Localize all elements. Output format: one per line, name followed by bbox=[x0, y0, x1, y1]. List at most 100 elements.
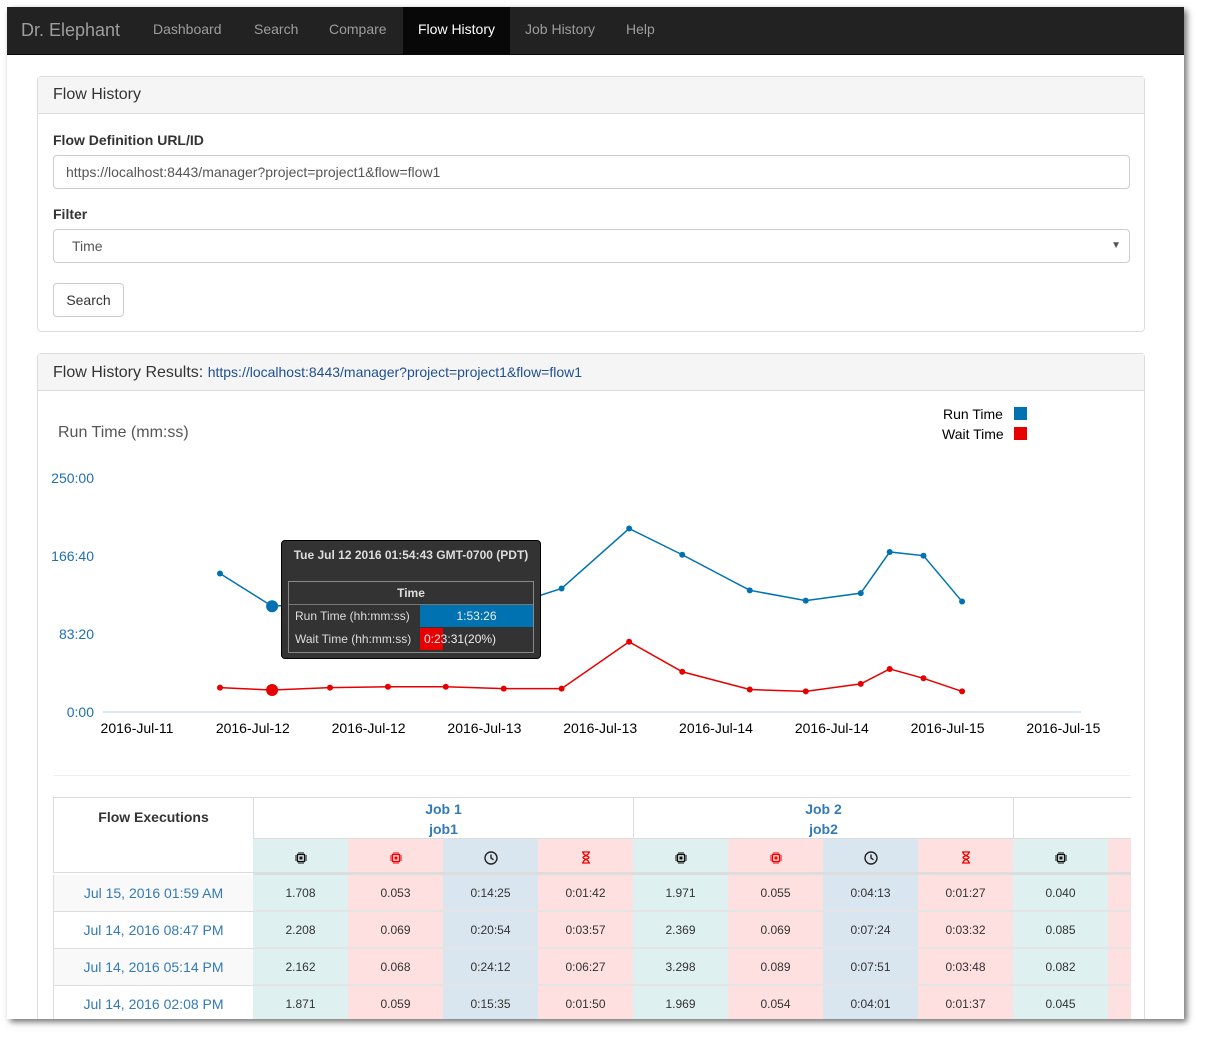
wait-time-point[interactable] bbox=[442, 683, 449, 690]
x-tick-label: 2016-Jul-13 bbox=[563, 720, 637, 736]
job-1-name[interactable]: Job 1 bbox=[254, 799, 633, 819]
tooltip-run-value: 1:53:26 bbox=[456, 609, 497, 623]
tooltip-wait-value: 0:23:31(20%) bbox=[424, 632, 497, 646]
results-flow-link[interactable]: https://localhost:8443/manager?project=p… bbox=[208, 364, 582, 380]
wait-time-point[interactable] bbox=[746, 686, 753, 693]
run-time-point[interactable] bbox=[959, 598, 966, 605]
legend-run-time-swatch bbox=[1014, 407, 1027, 420]
x-tick-label: 2016-Jul-15 bbox=[1026, 720, 1100, 736]
metric-cell: 0:14:25 bbox=[443, 875, 538, 912]
y-tick-label: 83:20 bbox=[59, 626, 94, 642]
wait-time-point[interactable] bbox=[384, 683, 391, 690]
job-2-header[interactable]: Job 2 job2 bbox=[633, 797, 1014, 839]
run-time-point[interactable] bbox=[626, 525, 633, 532]
nav-job-history[interactable]: Job History bbox=[510, 7, 610, 54]
metric-cell: 0:15:35 bbox=[443, 986, 538, 1019]
clock-icon[interactable] bbox=[823, 839, 918, 875]
nav-search[interactable]: Search bbox=[239, 7, 313, 54]
metric-cell: 1.971 bbox=[633, 875, 728, 912]
legend-run-time-label: Run Time bbox=[943, 406, 1003, 422]
flow-execution-link[interactable]: Jul 14, 2016 02:08 PM bbox=[53, 986, 254, 1019]
cpu-icon[interactable] bbox=[633, 839, 728, 875]
job-2-name[interactable]: Job 2 bbox=[634, 799, 1013, 819]
hourglass-icon[interactable] bbox=[538, 839, 633, 875]
run-time-point[interactable] bbox=[886, 548, 893, 555]
y-tick-label: 166:40 bbox=[51, 548, 94, 564]
run-time-point[interactable] bbox=[558, 585, 565, 592]
nav-dashboard[interactable]: Dashboard bbox=[138, 7, 237, 54]
wait-time-point[interactable] bbox=[327, 684, 333, 691]
hourglass-icon[interactable] bbox=[918, 839, 1013, 875]
metric-cell: 2.369 bbox=[633, 912, 728, 949]
run-time-point[interactable] bbox=[920, 552, 927, 559]
search-button[interactable]: Search bbox=[53, 283, 124, 317]
metric-cell bbox=[1108, 875, 1131, 912]
x-tick-label: 2016-Jul-11 bbox=[101, 720, 174, 736]
flow-execution-link[interactable]: Jul 14, 2016 05:14 PM bbox=[53, 949, 254, 986]
flow-history-form-panel: Flow History Flow Definition URL/ID http… bbox=[37, 76, 1145, 332]
brand-logo[interactable]: Dr. Elephant bbox=[21, 20, 120, 41]
flow-url-input[interactable]: https://localhost:8443/manager?project=p… bbox=[53, 155, 1130, 189]
clock-icon[interactable] bbox=[443, 839, 538, 875]
metric-cell: 0:06:27 bbox=[538, 949, 633, 986]
metric-cell: 0.068 bbox=[348, 949, 443, 986]
metric-cell: 0:01:27 bbox=[918, 875, 1013, 912]
metric-cell: 0:01:37 bbox=[918, 986, 1013, 1019]
y-tick-label: 0:00 bbox=[67, 704, 94, 720]
run-time-point[interactable] bbox=[216, 570, 223, 577]
job-2-id[interactable]: job2 bbox=[634, 819, 1013, 839]
run-time-point[interactable] bbox=[857, 590, 864, 597]
cpu-waste-icon[interactable] bbox=[728, 839, 823, 875]
x-tick-label: 2016-Jul-12 bbox=[332, 720, 406, 736]
cpu-waste-icon[interactable] bbox=[1108, 839, 1131, 875]
chart-y-axis-label: Run Time (mm:ss) bbox=[58, 424, 189, 441]
metric-cell: 0.040 bbox=[1013, 875, 1108, 912]
y-tick-label: 250:00 bbox=[51, 470, 94, 486]
metric-cell: 2.162 bbox=[253, 949, 348, 986]
wait-time-point[interactable] bbox=[959, 688, 966, 695]
x-tick-label: 2016-Jul-14 bbox=[679, 720, 753, 736]
cpu-icon[interactable] bbox=[1013, 839, 1108, 875]
wait-time-point[interactable] bbox=[558, 685, 565, 692]
metric-cell bbox=[1108, 949, 1131, 986]
metric-cell: 0:03:32 bbox=[918, 912, 1013, 949]
metric-cell: 0.069 bbox=[728, 912, 823, 949]
run-time-point[interactable] bbox=[746, 587, 753, 594]
wait-time-point[interactable] bbox=[857, 680, 864, 687]
wait-time-point[interactable] bbox=[266, 684, 279, 697]
wait-time-point[interactable] bbox=[802, 688, 809, 695]
cpu-waste-icon[interactable] bbox=[348, 839, 443, 875]
wait-time-point[interactable] bbox=[500, 685, 507, 692]
run-time-point[interactable] bbox=[266, 600, 279, 613]
nav-flow-history[interactable]: Flow History bbox=[403, 7, 510, 54]
flow-executions-header: Flow Executions bbox=[53, 797, 254, 873]
flow-execution-link[interactable]: Jul 15, 2016 01:59 AM bbox=[53, 875, 254, 912]
top-navbar: Dr. Elephant Dashboard Search Compare Fl… bbox=[7, 7, 1184, 55]
metric-cell bbox=[1108, 986, 1131, 1019]
cpu-icon[interactable] bbox=[253, 839, 348, 875]
nav-help[interactable]: Help bbox=[611, 7, 670, 54]
nav-compare[interactable]: Compare bbox=[314, 7, 402, 54]
metric-cell: 0.089 bbox=[728, 949, 823, 986]
wait-time-point[interactable] bbox=[920, 675, 927, 682]
job-1-id[interactable]: job1 bbox=[254, 819, 633, 839]
wait-time-point[interactable] bbox=[626, 638, 633, 645]
metric-cell: 0.085 bbox=[1013, 912, 1108, 949]
filter-selected-value: Time bbox=[72, 238, 103, 254]
flow-execution-link[interactable]: Jul 14, 2016 08:47 PM bbox=[53, 912, 254, 949]
legend-wait-time-label: Wait Time bbox=[942, 426, 1004, 442]
wait-time-point[interactable] bbox=[886, 665, 893, 672]
metric-cell: 0.059 bbox=[348, 986, 443, 1019]
metric-cell: 0.069 bbox=[348, 912, 443, 949]
metric-cell: 0:20:54 bbox=[443, 912, 538, 949]
run-time-point[interactable] bbox=[679, 551, 686, 558]
wait-time-point[interactable] bbox=[216, 684, 223, 691]
filter-select[interactable]: Time ▼ bbox=[53, 229, 1130, 263]
metric-cell: 0.054 bbox=[728, 986, 823, 1019]
job-1-header[interactable]: Job 1 job1 bbox=[253, 797, 634, 839]
tooltip-wait-label: Wait Time (hh:mm:ss) bbox=[295, 632, 412, 646]
wait-time-point[interactable] bbox=[679, 668, 686, 675]
metric-cell: 0.045 bbox=[1013, 986, 1108, 1019]
run-time-point[interactable] bbox=[802, 597, 809, 604]
results-panel-heading: Flow History Results: https://localhost:… bbox=[38, 354, 1144, 391]
